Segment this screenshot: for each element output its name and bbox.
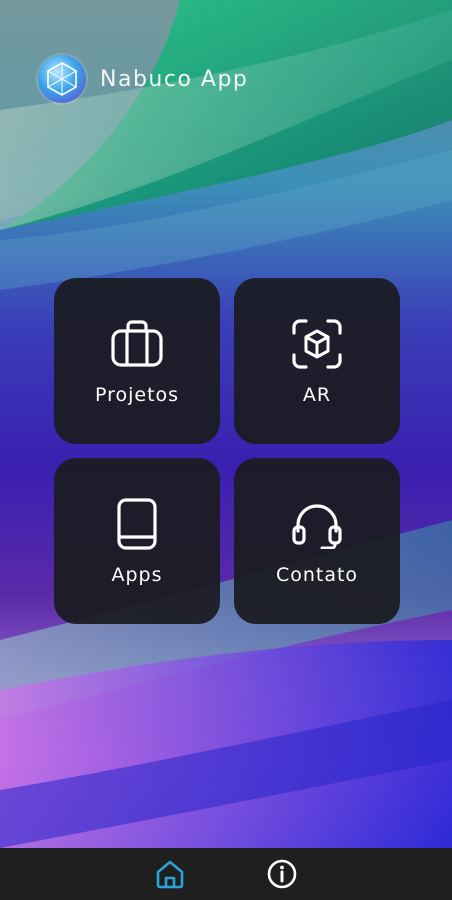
home-icon [156, 860, 184, 889]
briefcase-icon [111, 320, 163, 367]
apps-label: Apps [111, 564, 163, 586]
contato-tile[interactable]: Contato [234, 458, 400, 624]
ar-cube-scan-icon [292, 319, 342, 369]
nav-info-button[interactable] [262, 854, 302, 894]
contato-label: Contato [275, 564, 359, 586]
app-header: Nabuco App [38, 54, 248, 104]
logo-icon [47, 62, 77, 96]
headset-icon [292, 504, 342, 549]
projetos-label: Projetos [94, 384, 180, 406]
nav-home-button[interactable] [150, 854, 190, 894]
ar-tile[interactable]: AR [234, 278, 400, 444]
projetos-tile[interactable]: Projetos [54, 278, 220, 444]
info-icon [267, 859, 297, 889]
bottom-navigation [0, 848, 452, 900]
menu-grid: Projetos AR Apps Contato [54, 278, 400, 624]
tablet-icon [117, 498, 157, 550]
apps-tile[interactable]: Apps [54, 458, 220, 624]
app-title: Nabuco App [100, 66, 249, 92]
app-logo [38, 55, 86, 103]
ar-label: AR [302, 384, 332, 406]
